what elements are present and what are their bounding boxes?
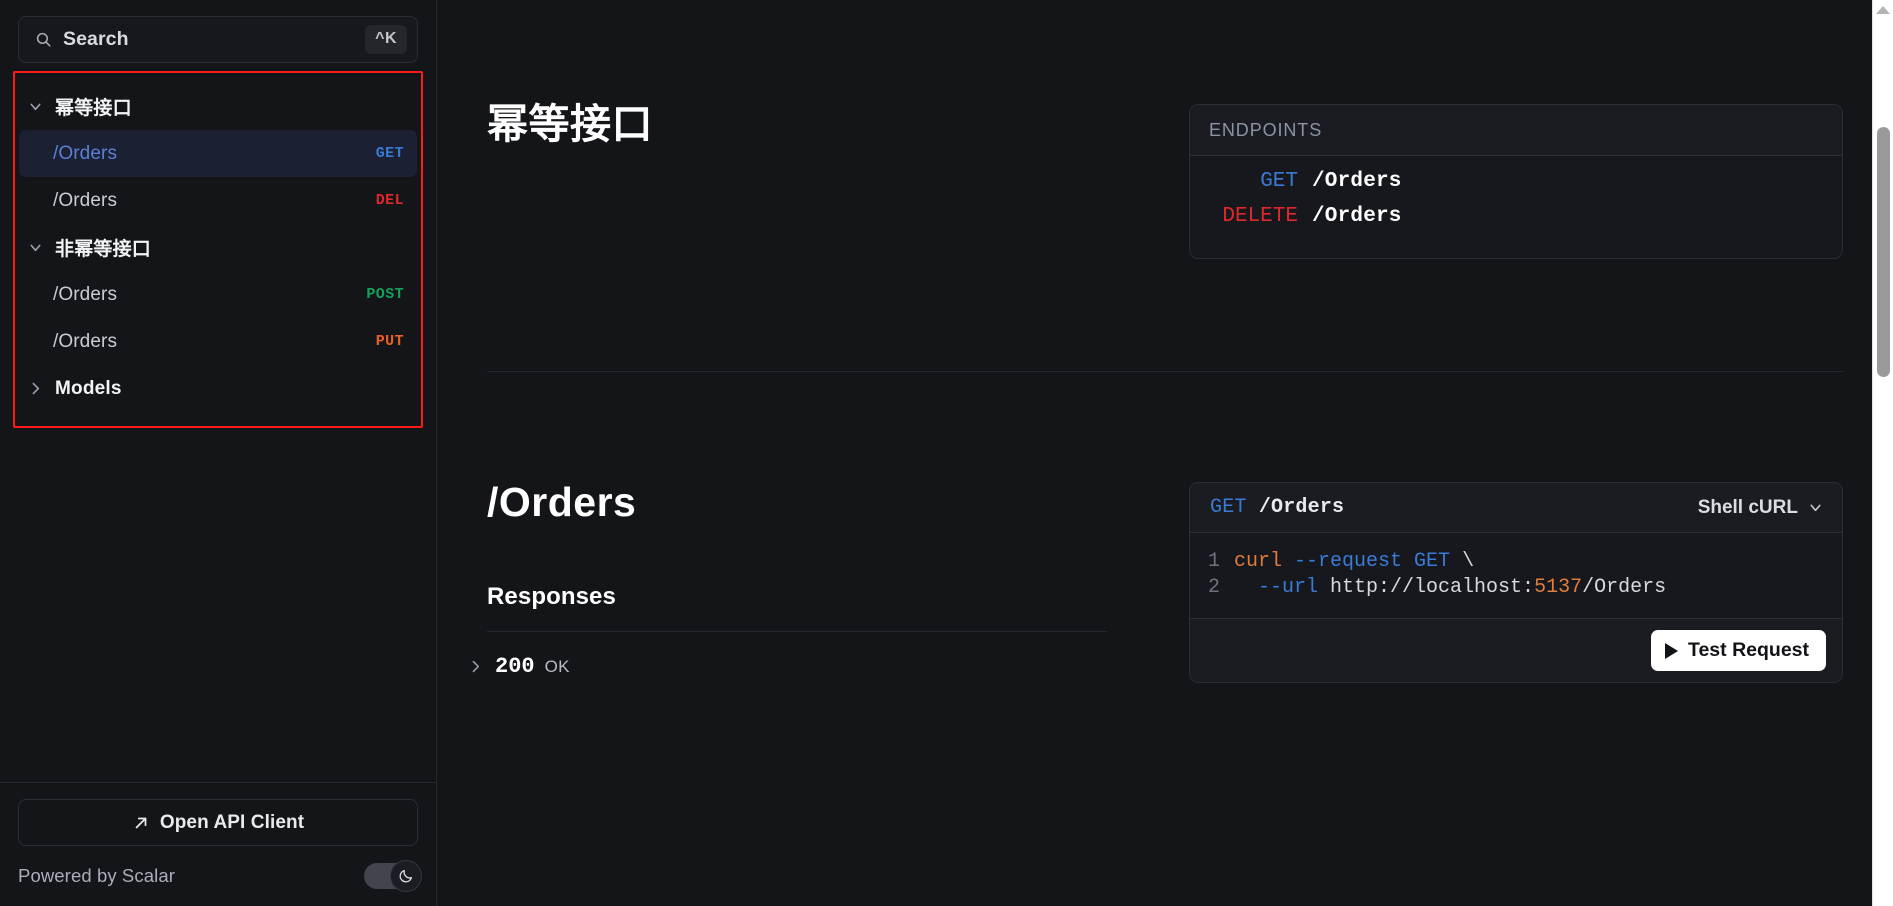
test-request-label: Test Request [1688,639,1809,662]
endpoint-method: GET [1260,170,1298,193]
code-sample-panel: GET /Orders Shell cURL 1 curl --request … [1189,482,1843,684]
main-content: 幂等接口 ENDPOINTS GET /Orders DELETE /Order… [437,0,1893,906]
sidebar-item-method: POST [366,286,404,303]
line-number: 2 [1207,575,1220,599]
sidebar-item-put-orders[interactable]: /Orders PUT [19,318,417,365]
scroll-up-arrow-icon[interactable] [1876,6,1890,14]
sidebar-footer-row: Powered by Scalar [18,860,422,892]
page-title: 幂等接口 [487,101,653,147]
play-icon [1665,642,1678,659]
sidebar-item-path: /Orders [53,283,118,305]
code-line-content: --url http://localhost:5137/Orders [1234,575,1666,601]
language-selector[interactable]: Shell cURL [1698,497,1824,519]
chevron-down-icon [25,238,45,258]
sidebar-group-non-idempotent[interactable]: 非幂等接口 [15,224,421,271]
code-sample-header: GET /Orders Shell cURL [1190,483,1842,533]
code-sample-path: /Orders [1258,496,1345,519]
responses-divider [487,631,1107,632]
moon-icon [398,868,414,884]
code-token: /Orders [1582,575,1667,599]
tag-section-left: 幂等接口 [437,104,1107,259]
sidebar-item-method: DEL [375,192,404,209]
sidebar-group-label: Models [55,377,122,399]
open-api-client-button[interactable]: Open API Client [18,799,418,846]
operation-section-right: GET /Orders Shell cURL 1 curl --request … [1107,482,1893,684]
sidebar-group-label: 幂等接口 [55,98,132,119]
endpoint-row-get[interactable]: GET /Orders [1212,170,1820,205]
sidebar-footer: Open API Client Powered by Scalar [0,782,436,906]
endpoint-row-delete[interactable]: DELETE /Orders [1212,205,1820,240]
response-status-code: 200 [495,654,535,679]
response-row-200[interactable]: 200 OK [465,654,1107,679]
sidebar-item-del-orders[interactable]: /Orders DEL [19,177,417,224]
code-sample-endpoint: GET /Orders [1210,496,1344,519]
sidebar-item-method: GET [375,145,404,162]
sidebar: Search ^K 幂等接口 /Orders GET /Orders DEL 非… [0,0,437,906]
search-section: Search ^K [0,0,436,63]
operation-section: /Orders Responses 200 OK GET /Orders She… [437,372,1893,684]
operation-title: /Orders [487,479,637,525]
code-token: GET [1414,550,1463,573]
code-line: 1 curl --request GET \ [1190,549,1842,575]
theme-toggle-knob [390,860,422,892]
endpoints-card-body: GET /Orders DELETE /Orders [1190,156,1842,258]
chevron-right-icon [465,657,485,677]
code-token: --url [1234,575,1331,599]
code-token: http://localhost: [1330,575,1535,599]
endpoint-method: DELETE [1222,205,1298,228]
scalar-api-reference-app: Search ^K 幂等接口 /Orders GET /Orders DEL 非… [0,0,1893,906]
endpoint-path: /Orders [1312,205,1402,228]
operation-section-left: /Orders Responses 200 OK [437,482,1107,683]
sidebar-item-path: /Orders [53,330,118,352]
search-input[interactable]: Search ^K [18,16,418,63]
test-request-button[interactable]: Test Request [1651,630,1826,672]
code-sample-method: GET [1210,496,1247,519]
browser-scrollbar[interactable] [1872,0,1893,906]
line-number: 1 [1207,550,1220,573]
code-token: --request [1294,550,1415,573]
sidebar-item-path: /Orders [53,189,118,211]
sidebar-nav-highlight-box: 幂等接口 /Orders GET /Orders DEL 非幂等接口 /Orde… [13,71,423,428]
sidebar-item-method: PUT [375,333,404,350]
sidebar-group-models[interactable]: Models [15,365,421,412]
language-label: Shell cURL [1697,496,1798,518]
search-shortcut-badge: ^K [365,25,407,54]
response-status-text: OK [544,656,570,676]
code-line: 2 --url http://localhost:5137/Orders [1190,575,1842,601]
code-line-content: curl --request GET \ [1234,549,1474,575]
endpoints-card-header: ENDPOINTS [1190,105,1842,156]
responses-heading: Responses [487,583,616,610]
endpoint-path: /Orders [1312,170,1402,193]
sidebar-group-idempotent[interactable]: 幂等接口 [15,83,421,130]
tag-section-right: ENDPOINTS GET /Orders DELETE /Orders [1107,104,1893,259]
code-sample-body: 1 curl --request GET \ 2 --url http://lo… [1190,533,1842,619]
code-sample-footer: Test Request [1190,618,1842,683]
sidebar-nav: 幂等接口 /Orders GET /Orders DEL 非幂等接口 /Orde… [15,83,421,412]
sidebar-group-label: 非幂等接口 [55,239,152,260]
arrow-up-right-icon [132,814,150,832]
theme-toggle[interactable] [364,860,422,892]
sidebar-item-path: /Orders [53,142,118,164]
endpoints-card-title: ENDPOINTS [1209,120,1323,140]
open-api-client-label: Open API Client [159,811,305,833]
chevron-down-icon [1807,499,1824,516]
search-icon [35,31,52,48]
chevron-down-icon [25,97,45,117]
tag-section: 幂等接口 ENDPOINTS GET /Orders DELETE /Order… [437,0,1893,259]
endpoints-card: ENDPOINTS GET /Orders DELETE /Orders [1189,104,1843,259]
search-placeholder-text: Search [63,28,129,50]
sidebar-item-get-orders[interactable]: /Orders GET [19,130,417,177]
sidebar-item-post-orders[interactable]: /Orders POST [19,271,417,318]
code-token: \ [1462,550,1475,573]
code-token: 5137 [1534,575,1583,599]
powered-by-label: Powered by Scalar [18,865,175,886]
chevron-right-icon [25,379,45,399]
scrollbar-thumb[interactable] [1877,127,1890,377]
code-token: curl [1234,550,1295,573]
